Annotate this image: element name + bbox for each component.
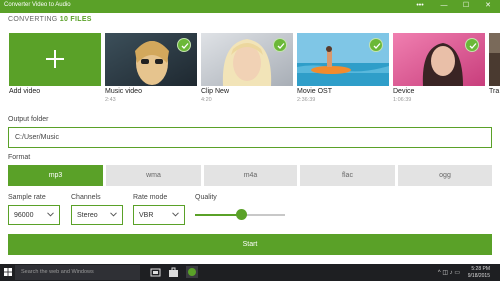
rate-mode-value: VBR (139, 212, 154, 219)
rate-mode-select[interactable]: VBR (133, 205, 185, 225)
taskbar-search-box[interactable]: Search the web and Windows (15, 265, 140, 280)
quality-slider-thumb[interactable] (236, 209, 248, 220)
maximize-button[interactable]: ☐ (458, 0, 474, 13)
video-tile[interactable] (393, 33, 485, 86)
file-count: 10 FILES (59, 16, 92, 23)
video-tile[interactable] (297, 33, 389, 86)
video-tile[interactable] (201, 33, 293, 86)
close-button[interactable]: ✕ (480, 0, 496, 13)
video-tile[interactable] (105, 33, 197, 86)
checkmark-icon[interactable] (273, 38, 287, 52)
system-tray-icons[interactable]: ^ ◫ ♪ ▭ (438, 269, 460, 276)
tile-duration: 2:36:39 (297, 97, 316, 103)
checkmark-icon[interactable] (177, 38, 191, 52)
converting-header: CONVERTING 10 FILES (8, 16, 92, 23)
channels-label: Channels (71, 194, 101, 201)
taskbar-search-placeholder: Search the web and Windows (21, 269, 94, 275)
tile-duration: 2:43 (105, 97, 116, 103)
window-title: Converter Video to Audio (4, 2, 71, 8)
store-icon[interactable] (168, 267, 179, 278)
clock-date: 9/18/2015 (467, 272, 490, 279)
taskbar: Search the web and Windows ^ ◫ ♪ ▭ 5:28 … (0, 264, 500, 281)
checkmark-icon[interactable] (369, 38, 383, 52)
quality-label: Quality (195, 194, 217, 201)
chevron-down-icon (47, 212, 54, 217)
converting-prefix: CONVERTING (8, 16, 58, 23)
sample-rate-label: Sample rate (8, 194, 46, 201)
rate-mode-label: Rate mode (133, 194, 168, 201)
windows-start-icon[interactable] (4, 268, 12, 276)
add-video-button[interactable] (9, 33, 101, 86)
tile-duration: 4:20 (201, 97, 212, 103)
output-folder-value: C:/User/Music (15, 134, 59, 141)
output-folder-label: Output folder (8, 116, 49, 123)
video-thumbnail (489, 33, 500, 86)
channels-value: Stereo (77, 212, 98, 219)
more-options-icon[interactable]: ••• (412, 0, 428, 13)
format-option-flac[interactable]: flac (300, 165, 395, 186)
sample-rate-value: 96000 (14, 212, 34, 219)
tile-label: Movie OST (297, 88, 333, 95)
checkmark-icon[interactable] (465, 38, 479, 52)
output-folder-input[interactable]: C:/User/Music (8, 127, 492, 148)
tile-label: Tra (489, 88, 500, 95)
tile-label: Device (393, 88, 415, 95)
format-option-ogg[interactable]: ogg (398, 165, 492, 186)
title-bar: Converter Video to Audio ••• — ☐ ✕ (0, 0, 500, 13)
video-tile[interactable] (489, 33, 500, 86)
format-option-mp3[interactable]: mp3 (8, 165, 103, 186)
task-view-icon[interactable] (150, 267, 161, 278)
channels-select[interactable]: Stereo (71, 205, 123, 225)
chevron-down-icon (172, 212, 179, 217)
tile-label: Music video (105, 88, 142, 95)
format-label: Format (8, 154, 31, 161)
format-option-m4a[interactable]: m4a (204, 165, 297, 186)
start-button[interactable]: Start (8, 234, 492, 255)
tile-label: Clip New (201, 88, 230, 95)
converter-app-icon[interactable] (186, 266, 198, 278)
tile-duration: 1:06:39 (393, 97, 412, 103)
tile-label: Add video (9, 88, 41, 95)
clock[interactable]: 5:28 PM 9/18/2015 (468, 266, 490, 279)
clock-time: 5:28 PM (471, 266, 490, 272)
chevron-down-icon (110, 212, 117, 217)
format-option-wma[interactable]: wma (106, 165, 201, 186)
sample-rate-select[interactable]: 96000 (8, 205, 60, 225)
quality-slider-fill (195, 214, 242, 216)
minimize-button[interactable]: — (436, 0, 452, 13)
